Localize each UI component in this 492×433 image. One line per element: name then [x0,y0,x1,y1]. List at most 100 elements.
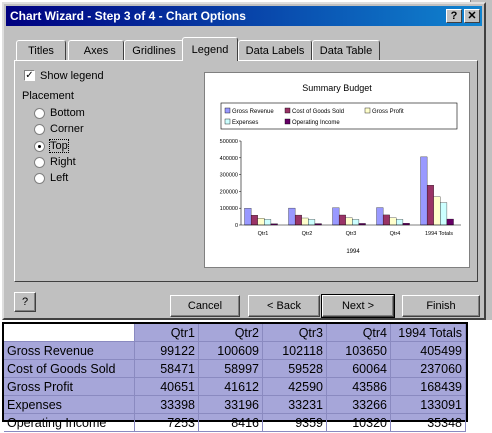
header-row: Qtr1 Qtr2 Qtr3 Qtr4 1994 Totals [4,324,466,342]
chart-svg: Summary Budget Gross Revenue Cost of Good… [220,83,461,255]
radio-bottom[interactable] [34,107,45,119]
table-cell[interactable]: 43586 [326,377,391,396]
placement-right-label: Right [50,156,76,168]
table-cell[interactable]: 33231 [262,395,327,414]
tab-data-labels[interactable]: Data Labels [238,40,312,60]
radio-top[interactable] [34,140,45,152]
row-label[interactable]: Gross Profit [4,377,135,396]
finish-button[interactable]: Finish [402,295,480,317]
help-title-button[interactable]: ? [446,9,462,23]
legend-label: Gross Profit [372,109,404,115]
header-cell[interactable]: Qtr4 [326,324,391,342]
placement-left-option[interactable]: Left [34,171,68,185]
radio-right[interactable] [34,156,45,168]
table-cell[interactable]: 60064 [326,359,391,378]
help-button[interactable]: ? [14,292,36,312]
table-cell[interactable]: 102118 [262,341,327,360]
table-cell[interactable]: 33196 [198,395,263,414]
tab-axes[interactable]: Axes [68,40,124,60]
legend-swatch [224,118,231,125]
table-cell[interactable]: 10320 [326,413,391,432]
chart-wizard-dialog: Chart Wizard - Step 3 of 4 - Chart Optio… [2,2,486,320]
title-bar: Chart Wizard - Step 3 of 4 - Chart Optio… [6,6,482,26]
header-cell[interactable]: Qtr1 [134,324,199,342]
x-tick-label: Qtr2 [302,231,313,237]
x-tick-label: Qtr3 [346,231,357,237]
placement-right-option[interactable]: Right [34,155,76,169]
placement-corner-option[interactable]: Corner [34,122,84,136]
header-cell[interactable]: 1994 Totals [390,324,466,342]
legend-label: Expenses [232,120,258,126]
table-cell[interactable]: 100609 [198,341,263,360]
tab-legend[interactable]: Legend [182,37,238,61]
close-button[interactable]: ✕ [464,9,480,23]
bar [440,202,448,226]
radio-corner[interactable] [34,123,45,135]
bar [446,218,454,226]
tab-data-table[interactable]: Data Table [312,40,380,60]
show-legend-label: Show legend [40,70,104,82]
x-tick-label: Qtr4 [390,231,401,237]
row-label[interactable]: Gross Revenue [4,341,135,360]
placement-top-option[interactable]: Top [34,139,69,153]
bar [257,218,265,226]
table-cell[interactable]: 59528 [262,359,327,378]
placement-left-label: Left [50,172,69,184]
x-axis-title: 1994 [346,249,360,255]
table-cell[interactable]: 8416 [198,413,263,432]
placement-bottom-option[interactable]: Bottom [34,106,85,120]
bar [426,185,434,226]
table-row: Cost of Goods Sold 58471 58997 59528 600… [4,359,466,378]
table-cell[interactable]: 9359 [262,413,327,432]
bar [352,219,360,226]
table-cell[interactable]: 41612 [198,377,263,396]
table-cell[interactable]: 33266 [326,395,391,414]
data-table: Qtr1 Qtr2 Qtr3 Qtr4 1994 Totals Gross Re… [4,324,466,432]
bar [288,207,296,226]
tab-titles[interactable]: Titles [16,40,66,60]
header-cell[interactable]: Qtr3 [262,324,327,342]
table-cell[interactable]: 33398 [134,395,199,414]
bar [338,214,346,226]
table-cell[interactable]: 42590 [262,377,327,396]
x-tick-label: Qtr1 [258,231,269,237]
table-cell[interactable]: 133091 [390,395,466,414]
table-cell[interactable]: 103650 [326,341,391,360]
table-row: Gross Revenue 99122 100609 102118 103650… [4,341,466,360]
bar [332,207,340,226]
table-cell[interactable]: 58997 [198,359,263,378]
table-cell[interactable]: 405499 [390,341,466,360]
bar [382,214,390,226]
tab-gridlines[interactable]: Gridlines [124,40,184,60]
table-cell[interactable]: 99122 [134,341,199,360]
table-cell[interactable]: 237060 [390,359,466,378]
worksheet-selection[interactable]: Qtr1 Qtr2 Qtr3 Qtr4 1994 Totals Gross Re… [2,322,468,432]
legend-swatch [284,118,291,125]
cancel-button[interactable]: Cancel [170,295,240,317]
table-row: Expenses 33398 33196 33231 33266 133091 [4,395,466,414]
header-cell-blank[interactable] [4,324,135,342]
bar [376,207,384,226]
row-label[interactable]: Cost of Goods Sold [4,359,135,378]
legend-label: Operating Income [292,120,340,126]
back-button[interactable]: < Back [248,295,320,317]
table-cell[interactable]: 168439 [390,377,466,396]
placement-corner-label: Corner [50,123,84,135]
table-cell[interactable]: 7253 [134,413,199,432]
row-label[interactable]: Expenses [4,395,135,414]
row-label[interactable]: Operating Income [4,413,135,432]
radio-left[interactable] [34,172,45,184]
table-cell[interactable]: 58471 [134,359,199,378]
header-cell[interactable]: Qtr2 [198,324,263,342]
legend-swatch [364,107,371,114]
show-legend-checkbox[interactable]: ✓ [24,70,35,81]
placement-top-label: Top [49,139,69,153]
next-button[interactable]: Next > [321,294,395,318]
table-cell[interactable]: 40651 [134,377,199,396]
table-row: Operating Income 7253 8416 9359 10320 35… [4,413,466,432]
bar [294,214,302,226]
placement-bottom-label: Bottom [50,107,85,119]
bar [301,217,309,226]
bar [396,219,404,226]
table-cell[interactable]: 35348 [390,413,466,432]
